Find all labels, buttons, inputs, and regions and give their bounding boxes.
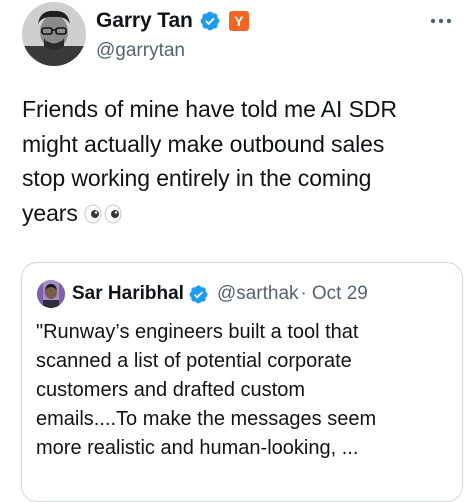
more-options-icon[interactable] <box>426 10 456 32</box>
tweet-text: Friends of mine have told me AI SDR migh… <box>22 92 467 230</box>
verified-badge-icon <box>199 10 221 32</box>
author-handle[interactable]: @garrytan <box>96 40 185 62</box>
quoted-tweet[interactable]: Sar Haribhal @sarthak · Oct 29 "Runway’s… <box>21 262 463 502</box>
quoted-text-line: emails....To make the messages seem <box>36 408 377 430</box>
separator-dot: · <box>300 283 307 304</box>
tweet-text-line: stop working entirely in the coming <box>22 165 372 191</box>
author-display-name[interactable]: Garry Tan <box>96 9 193 33</box>
tweet-card: Garry Tan Y @garrytan Friends of mine ha… <box>0 0 474 502</box>
quoted-text-line: "Runway’s engineers built a tool that <box>36 321 359 343</box>
tweet-text-line: years <box>22 199 78 226</box>
tweet-text-last-line: years <box>22 196 467 231</box>
quoted-text-line: scanned a list of potential corporate <box>36 350 352 372</box>
quoted-author-avatar[interactable] <box>37 280 65 308</box>
author-name-row: Garry Tan Y <box>96 6 249 36</box>
eyes-emoji-icon <box>84 204 122 224</box>
quoted-text: "Runway’s engineers built a tool that sc… <box>36 318 456 463</box>
verified-badge-icon <box>188 284 209 305</box>
quoted-date[interactable]: Oct 29 <box>312 283 368 305</box>
author-avatar[interactable] <box>22 2 86 66</box>
quoted-header: Sar Haribhal @sarthak · Oct 29 <box>72 279 368 309</box>
affiliate-badge[interactable]: Y <box>228 11 249 31</box>
quoted-handle[interactable]: @sarthak <box>217 283 299 305</box>
quoted-display-name[interactable]: Sar Haribhal <box>72 283 184 305</box>
tweet-text-line: Friends of mine have told me AI SDR <box>22 96 397 122</box>
quoted-text-line: customers and drafted custom <box>36 379 306 401</box>
tweet-text-line: might actually make outbound sales <box>22 130 385 157</box>
quoted-text-line: more realistic and human-looking, ... <box>36 437 359 459</box>
